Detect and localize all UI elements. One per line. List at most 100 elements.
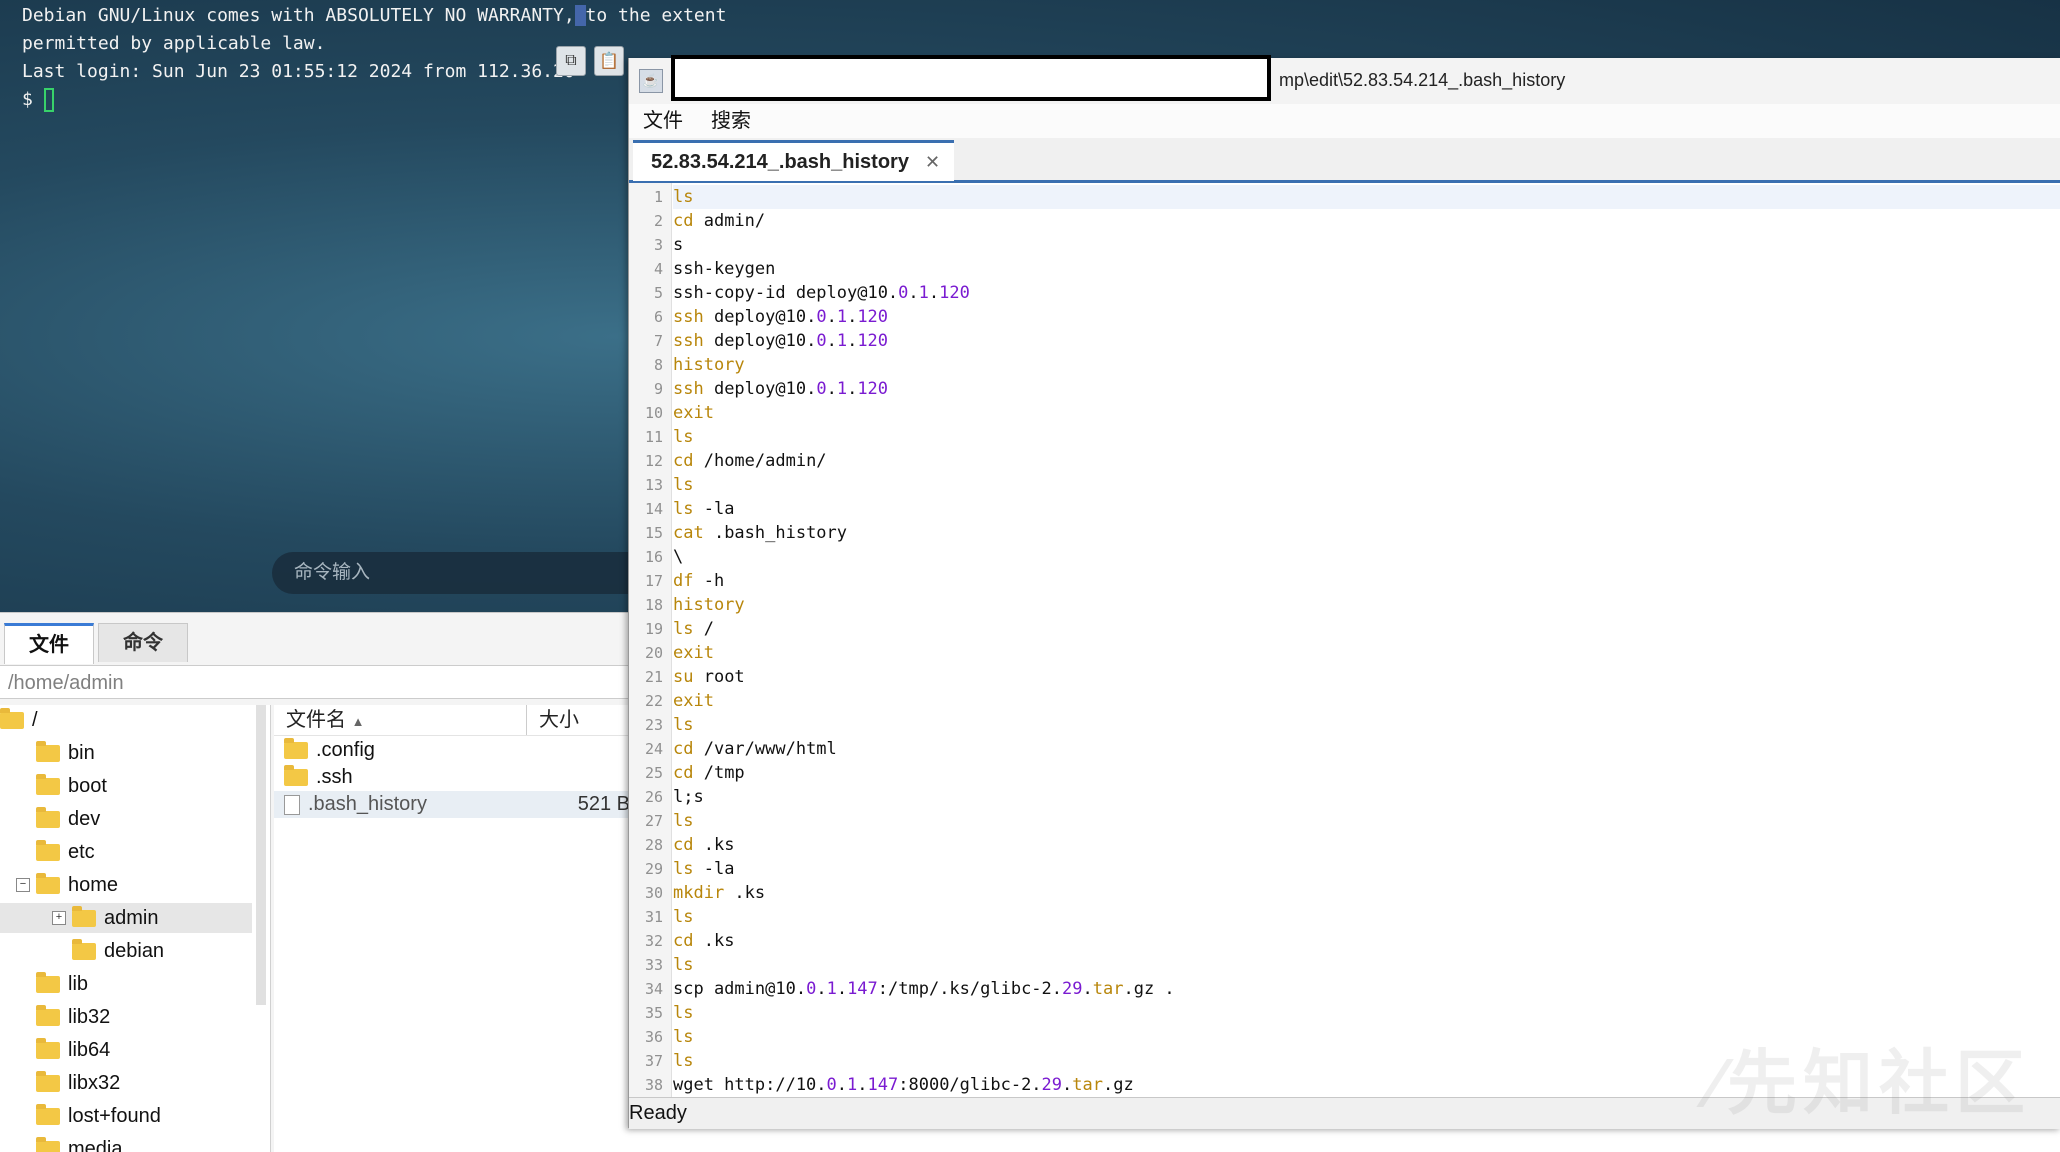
tab-files[interactable]: 文件	[4, 623, 94, 664]
column-header-name[interactable]: 文件名 ▲	[274, 705, 526, 735]
code-line[interactable]: cd /home/admin/	[673, 449, 2060, 473]
tree-node-label: bin	[68, 742, 95, 765]
folder-icon	[284, 742, 308, 759]
code-line[interactable]: exit	[673, 689, 2060, 713]
code-line[interactable]: cd admin/	[673, 209, 2060, 233]
line-number: 19	[645, 620, 663, 638]
tree-node[interactable]: lib64	[0, 1035, 252, 1065]
code-line[interactable]: ls	[673, 185, 2060, 209]
code-line[interactable]: ssh deploy@10.0.1.120	[673, 329, 2060, 353]
code-line[interactable]: scp admin@10.0.1.147:/tmp/.ks/glibc-2.29…	[673, 977, 2060, 1001]
code-line[interactable]: su root	[673, 665, 2060, 689]
line-number: 7	[654, 332, 663, 350]
tree-node[interactable]: dev	[0, 804, 252, 834]
code-line[interactable]: ls	[673, 905, 2060, 929]
code-line[interactable]: cd /var/www/html	[673, 737, 2060, 761]
code-line[interactable]: \	[673, 545, 2060, 569]
code-line[interactable]: cd .ks	[673, 929, 2060, 953]
code-line[interactable]: ssh deploy@10.0.1.120	[673, 305, 2060, 329]
text-editor-window: ☕ mp\edit\52.83.54.214_.bash_history 文件 …	[628, 58, 2060, 1128]
folder-icon	[36, 877, 60, 894]
terminal-prompt-line[interactable]: $	[22, 86, 726, 114]
code-line[interactable]: ls	[673, 953, 2060, 977]
line-number: 14	[645, 500, 663, 518]
expand-icon[interactable]: +	[52, 911, 66, 925]
prompt-symbol: $	[22, 89, 44, 110]
code-line[interactable]: mkdir .ks	[673, 881, 2060, 905]
code-line[interactable]: ssh-keygen	[673, 257, 2060, 281]
line-number: 21	[645, 668, 663, 686]
tree-node[interactable]: +admin	[0, 903, 252, 933]
path-field[interactable]: /home/admin	[0, 665, 630, 699]
line-number: 38	[645, 1076, 663, 1094]
code-line[interactable]: ssh deploy@10.0.1.120	[673, 377, 2060, 401]
redacted-title-box	[671, 55, 1271, 101]
file-row[interactable]: .ssh	[274, 764, 630, 791]
java-app-icon: ☕	[639, 69, 663, 93]
tree-node[interactable]: lib	[0, 969, 252, 999]
code-line[interactable]: s	[673, 233, 2060, 257]
code-line[interactable]: ls -la	[673, 857, 2060, 881]
folder-icon	[0, 712, 24, 729]
folder-icon	[72, 943, 96, 960]
line-number: 23	[645, 716, 663, 734]
code-line[interactable]: exit	[673, 401, 2060, 425]
tree-node[interactable]: lost+found	[0, 1101, 252, 1131]
code-line[interactable]: history	[673, 353, 2060, 377]
tree-node[interactable]: −home	[0, 870, 252, 900]
line-number: 28	[645, 836, 663, 854]
code-line[interactable]: ls -la	[673, 497, 2060, 521]
code-line[interactable]: ls	[673, 1001, 2060, 1025]
tree-node-label: etc	[68, 841, 95, 864]
line-number: 29	[645, 860, 663, 878]
tree-node[interactable]: media	[0, 1134, 252, 1152]
line-number: 4	[654, 260, 663, 278]
menu-file[interactable]: 文件	[629, 104, 697, 138]
command-input[interactable]: 命令输入	[272, 552, 652, 594]
column-header-size[interactable]: 大小	[526, 705, 579, 735]
copy-icon[interactable]: ⧉	[556, 46, 586, 76]
folder-icon	[36, 811, 60, 828]
tree-scrollbar[interactable]	[256, 705, 266, 1005]
file-row[interactable]: .config	[274, 737, 630, 764]
collapse-icon[interactable]: −	[16, 878, 30, 892]
line-number: 8	[654, 356, 663, 374]
menu-search[interactable]: 搜索	[697, 104, 765, 138]
line-number: 2	[654, 212, 663, 230]
file-icon	[284, 795, 300, 815]
code-line[interactable]: cd .ks	[673, 833, 2060, 857]
code-line[interactable]: df -h	[673, 569, 2060, 593]
code-line[interactable]: ls	[673, 713, 2060, 737]
watermark-logo: ⁄先知社区	[1709, 1027, 2031, 1128]
code-line[interactable]: cd /tmp	[673, 761, 2060, 785]
code-line[interactable]: ls	[673, 473, 2060, 497]
tree-node[interactable]: boot	[0, 771, 252, 801]
tree-node-label: boot	[68, 775, 107, 798]
code-line[interactable]: ls /	[673, 617, 2060, 641]
code-line[interactable]: history	[673, 593, 2060, 617]
folder-icon	[36, 1009, 60, 1026]
code-line[interactable]: cat .bash_history	[673, 521, 2060, 545]
code-line[interactable]: ssh-copy-id deploy@10.0.1.120	[673, 281, 2060, 305]
file-row[interactable]: .bash_history521 B	[274, 791, 630, 818]
paste-icon[interactable]: 📋	[594, 46, 624, 76]
tab-commands[interactable]: 命令	[98, 623, 188, 662]
tree-node-label: media	[68, 1138, 122, 1152]
close-icon[interactable]: ✕	[925, 152, 940, 173]
code-line[interactable]: l;s	[673, 785, 2060, 809]
line-number: 37	[645, 1052, 663, 1070]
tree-node[interactable]: /	[0, 705, 252, 735]
terminal-line: Debian GNU/Linux comes with ABSOLUTELY N…	[22, 2, 726, 30]
tree-node-label: debian	[104, 940, 164, 963]
document-tab[interactable]: 52.83.54.214_.bash_history ✕	[633, 140, 954, 181]
tree-node[interactable]: bin	[0, 738, 252, 768]
tree-node[interactable]: debian	[0, 936, 252, 966]
code-line[interactable]: exit	[673, 641, 2060, 665]
tree-node[interactable]: lib32	[0, 1002, 252, 1032]
tree-node[interactable]: libx32	[0, 1068, 252, 1098]
code-line[interactable]: ls	[673, 425, 2060, 449]
code-editor[interactable]: 1234567891011121314151617181920212223242…	[629, 183, 2060, 1097]
code-line[interactable]: ls	[673, 809, 2060, 833]
tree-node[interactable]: etc	[0, 837, 252, 867]
folder-icon	[72, 910, 96, 927]
